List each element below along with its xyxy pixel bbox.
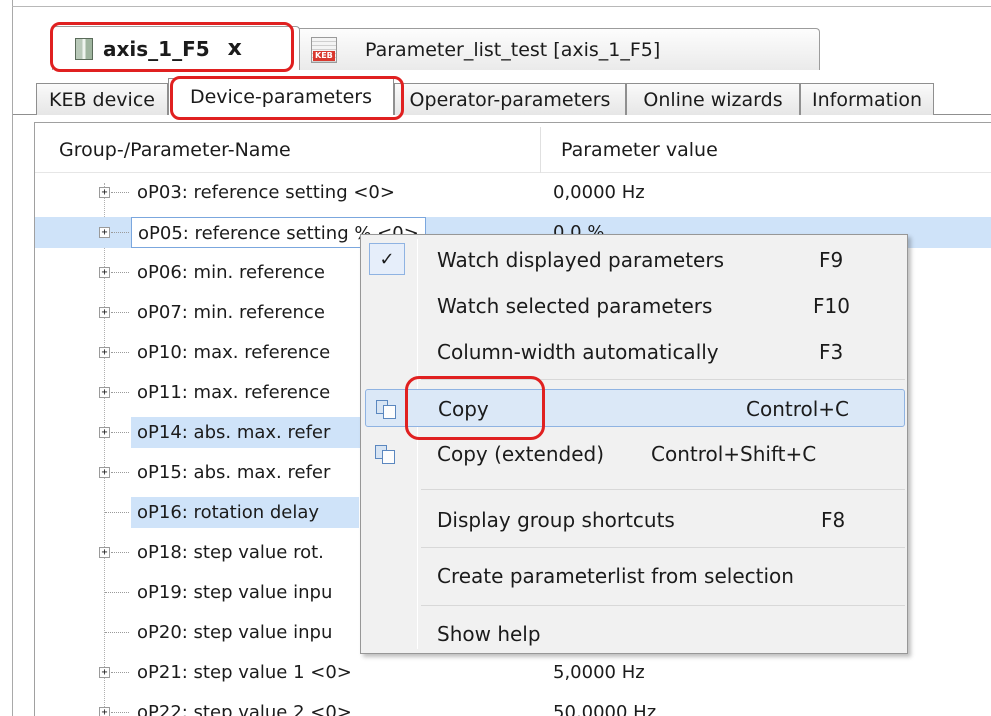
parameter-name: oP10: max. reference [137, 342, 331, 363]
tree-connector [105, 632, 129, 633]
tree-connector [105, 592, 129, 593]
tab-information[interactable]: Information [800, 83, 934, 115]
tab-online-wizards[interactable]: Online wizards [626, 83, 800, 115]
expand-icon[interactable]: + [99, 547, 110, 558]
menu-item-watch-displayed[interactable]: ✓ Watch displayed parameters F9 [365, 241, 905, 279]
column-header: Group-/Parameter-Name Parameter value [35, 123, 991, 173]
tree-connector [111, 192, 129, 193]
doc-tab-parameter-list[interactable]: KEB Parameter_list_test [axis_1_F5] [290, 28, 820, 70]
menu-item-column-width[interactable]: Column-width automatically F3 [365, 333, 905, 371]
parameter-name: oP16: rotation delay [131, 497, 360, 528]
menu-item-shortcut: F10 [813, 294, 850, 318]
tree-connector [111, 272, 129, 273]
keb-badge: KEB [313, 51, 335, 61]
menu-item-create-parameterlist[interactable]: Create parameterlist from selection [365, 557, 905, 595]
menu-item-label: Copy (extended) [437, 442, 605, 466]
menu-item-shortcut: F9 [819, 248, 844, 272]
table-row[interactable]: + oP03: reference setting <0> 0,0000 Hz [35, 177, 991, 208]
tree-connector [111, 712, 129, 713]
table-row[interactable]: + oP21: step value 1 <0> 5,0000 Hz [35, 657, 991, 688]
menu-separator [421, 379, 905, 380]
tree-connector [105, 512, 129, 513]
expand-icon[interactable]: + [99, 667, 110, 678]
tree-connector [111, 312, 129, 313]
table-row[interactable]: + oP22: step value 2 <0> 50,0000 Hz [35, 697, 991, 716]
doc-tab-label: axis_1_F5 [103, 36, 210, 61]
parameter-name: oP15: abs. max. refer [137, 462, 331, 483]
parameter-name: oP14: abs. max. refer [131, 417, 371, 448]
menu-item-display-group-shortcuts[interactable]: Display group shortcuts F8 [365, 501, 905, 539]
menu-item-label: Copy [438, 397, 489, 421]
parameter-name: oP18: step value rot. [137, 542, 324, 563]
context-menu: ✓ Watch displayed parameters F9 Watch se… [360, 234, 908, 654]
copy-icon [376, 400, 398, 420]
menu-item-copy-extended[interactable]: Copy (extended) Control+Shift+C [365, 435, 905, 473]
device-icon [75, 37, 93, 60]
menu-item-label: Watch displayed parameters [437, 248, 725, 272]
tree-connector [111, 352, 129, 353]
parameter-value: 0,0000 Hz [553, 182, 645, 203]
expand-icon[interactable]: + [99, 387, 110, 398]
parameter-name: oP22: step value 2 <0> [137, 702, 352, 716]
tree-connector [111, 672, 129, 673]
close-icon[interactable]: x [228, 36, 242, 61]
window-top-border [12, 6, 991, 7]
doc-tab-label: Parameter_list_test [axis_1_F5] [365, 38, 661, 61]
column-header-value[interactable]: Parameter value [561, 139, 718, 161]
menu-item-watch-selected[interactable]: Watch selected parameters F10 [365, 287, 905, 325]
tree-connector [111, 432, 129, 433]
keb-list-icon: KEB [311, 37, 337, 63]
parameter-name: oP11: max. reference [137, 382, 331, 403]
column-header-name[interactable]: Group-/Parameter-Name [59, 139, 291, 161]
parameter-name: oP07: min. reference [137, 302, 325, 323]
tab-operator-parameters[interactable]: Operator-parameters [394, 83, 626, 115]
menu-item-shortcut: Control+C [746, 397, 850, 421]
tab-keb-device[interactable]: KEB device [36, 83, 168, 115]
expand-icon[interactable]: + [99, 227, 110, 238]
tree-connector [111, 392, 129, 393]
expand-icon[interactable]: + [99, 267, 110, 278]
expand-icon[interactable]: + [99, 347, 110, 358]
menu-separator [421, 489, 905, 490]
parameter-name: oP06: min. reference [137, 262, 325, 283]
expand-icon[interactable]: + [99, 427, 110, 438]
menu-item-label: Column-width automatically [437, 340, 719, 364]
menu-item-label: Display group shortcuts [437, 508, 675, 532]
tab-device-parameters[interactable]: Device-parameters [168, 78, 394, 115]
menu-item-show-help[interactable]: Show help [365, 615, 905, 653]
doc-tab-axis[interactable]: axis_1_F5 x [52, 26, 300, 70]
expand-icon[interactable]: + [99, 467, 110, 478]
copy-icon [375, 445, 397, 465]
parameter-name: oP03: reference setting <0> [137, 182, 395, 203]
parameter-value: 5,0000 Hz [553, 662, 645, 683]
checkmark-icon: ✓ [369, 243, 405, 275]
menu-item-shortcut: F8 [821, 508, 846, 532]
parameter-name: oP19: step value inpu [137, 582, 333, 603]
column-separator[interactable] [540, 127, 541, 173]
menu-item-shortcut: F3 [819, 340, 844, 364]
menu-separator [421, 605, 905, 606]
menu-item-label: Show help [437, 622, 541, 646]
parameter-value: 50,0000 Hz [553, 702, 657, 716]
parameter-name: oP21: step value 1 <0> [137, 662, 352, 683]
menu-item-label: Create parameterlist from selection [437, 564, 794, 588]
document-tab-strip: KEB Parameter_list_test [axis_1_F5] axis… [28, 24, 991, 72]
menu-item-label: Watch selected parameters [437, 294, 713, 318]
expand-icon[interactable]: + [99, 307, 110, 318]
tree-connector [111, 232, 129, 233]
window-left-border [12, 0, 13, 716]
expand-icon[interactable]: + [99, 707, 110, 716]
menu-item-copy[interactable]: Copy Control+C [365, 389, 905, 427]
menu-separator [421, 547, 905, 548]
menu-item-shortcut: Control+Shift+C [651, 442, 817, 466]
expand-icon[interactable]: + [99, 187, 110, 198]
tree-connector [111, 552, 129, 553]
tree-connector [111, 472, 129, 473]
parameter-name: oP20: step value inpu [137, 622, 333, 643]
